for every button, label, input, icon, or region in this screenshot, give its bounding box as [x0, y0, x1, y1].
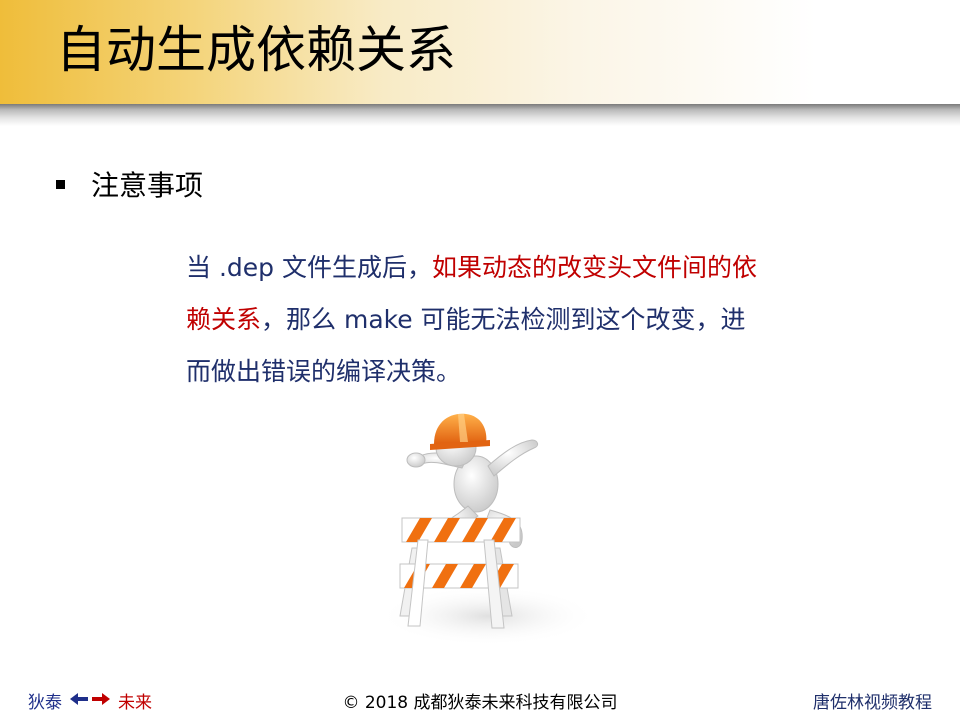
slide-title: 自动生成依赖关系 [56, 21, 456, 79]
bullet-text: 注意事项 [91, 169, 204, 202]
note-paragraph: 当 .dep 文件生成后，如果动态的改变头文件间的依 赖关系，那么 make 可… [186, 242, 826, 398]
course-label: 唐佐林视频教程 [813, 693, 932, 713]
line1-text: 当 .dep 文件生成后， [186, 253, 432, 282]
line2-highlight: 赖关系 [186, 305, 262, 334]
paragraph-line-3: 而做出错误的编译决策。 [186, 346, 826, 398]
paragraph-line-1: 当 .dep 文件生成后，如果动态的改变头文件间的依 [186, 242, 826, 294]
line3-text: 而做出错误的编译决策。 [186, 357, 462, 386]
line2-text: ，那么 make 可能无法检测到这个改变，进 [261, 305, 746, 334]
footer: 狄泰 未来 © 2018 成都狄泰未来科技有限公司 唐佐林视频教程 [0, 680, 960, 720]
line1-highlight: 如果动态的改变头文件间的依 [431, 253, 757, 282]
bullet-item: 注意事项 [56, 162, 203, 206]
title-banner-shadow [0, 104, 960, 126]
construction-worker-jumping-barricade-icon [372, 398, 604, 650]
paragraph-line-2: 赖关系，那么 make 可能无法检测到这个改变，进 [186, 294, 826, 346]
square-bullet-icon [56, 179, 65, 189]
